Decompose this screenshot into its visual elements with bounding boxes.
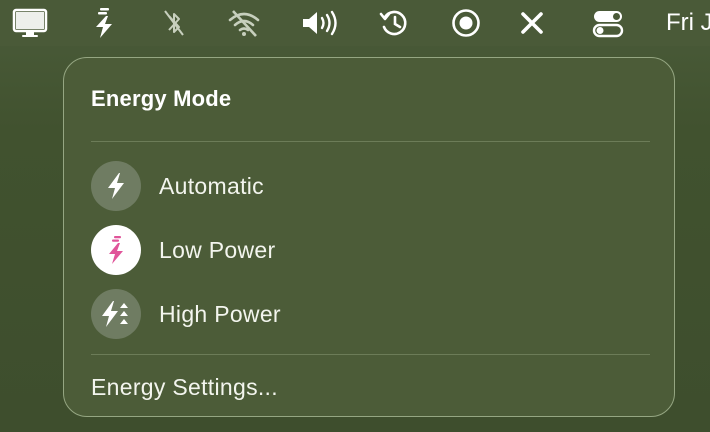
time-machine-icon <box>379 10 407 36</box>
control-center-icon <box>592 11 624 38</box>
screen-record-menu-item[interactable] <box>442 0 490 46</box>
energy-mode-panel: Energy Mode Automatic Low Power High Pow… <box>63 57 675 417</box>
mode-label-high-power: High Power <box>159 300 281 327</box>
divider-top <box>91 141 650 142</box>
energy-settings-link[interactable]: Energy Settings... <box>91 374 278 401</box>
display-icon <box>12 8 48 37</box>
control-center-menu-item[interactable] <box>584 0 632 46</box>
mode-icon-automatic <box>91 161 141 211</box>
close-x-icon <box>521 12 543 34</box>
mode-option-automatic[interactable]: Automatic <box>91 160 651 212</box>
menu-bar: Fri J <box>0 0 710 46</box>
high-power-bolt-icon <box>102 301 128 327</box>
volume-icon <box>303 10 337 36</box>
display-menu-item[interactable] <box>6 0 54 46</box>
bluetooth-off-icon <box>164 10 184 36</box>
divider-bottom <box>91 354 650 355</box>
mode-icon-low-power <box>91 225 141 275</box>
mode-label-low-power: Low Power <box>159 236 276 263</box>
time-machine-menu-item[interactable] <box>370 0 418 46</box>
mode-label-automatic: Automatic <box>159 172 264 199</box>
close-x-menu-item[interactable] <box>508 0 556 46</box>
mode-icon-high-power <box>91 289 141 339</box>
volume-menu-item[interactable] <box>296 0 344 46</box>
bluetooth-menu-item[interactable] <box>150 0 198 46</box>
menu-bar-clock[interactable]: Fri J <box>666 8 710 38</box>
wifi-menu-item[interactable] <box>220 0 268 46</box>
mode-option-low-power[interactable]: Low Power <box>91 224 651 276</box>
screen-record-icon <box>452 9 480 37</box>
panel-title: Energy Mode <box>91 86 232 111</box>
mode-option-high-power[interactable]: High Power <box>91 288 651 340</box>
bolt-icon <box>108 173 124 199</box>
wifi-off-icon <box>228 10 260 37</box>
low-power-bolt-icon <box>109 236 123 264</box>
energy-mode-icon <box>96 8 112 38</box>
energy-mode-menu-item[interactable] <box>80 0 128 46</box>
